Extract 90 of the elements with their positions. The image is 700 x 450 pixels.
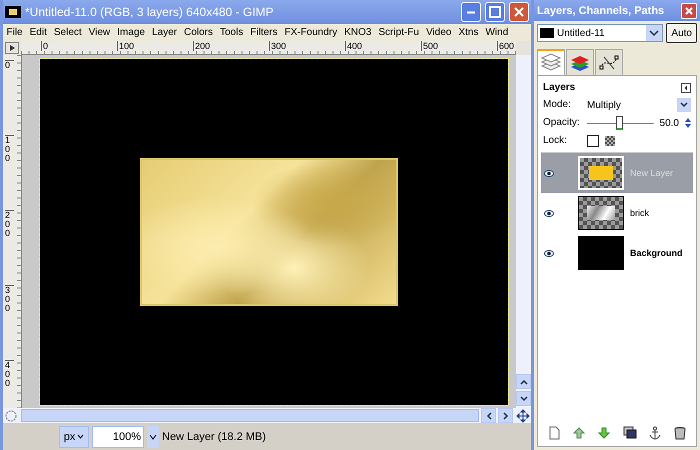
trash-icon[interactable] xyxy=(673,426,688,440)
ruler-label: 200 xyxy=(193,41,210,51)
left-chevron-icon xyxy=(486,412,492,420)
menu-item[interactable]: Edit xyxy=(26,27,50,38)
menu-item[interactable]: FX-Foundry xyxy=(280,27,341,38)
duplicate-icon[interactable] xyxy=(622,426,637,440)
ruler-label: 0 xyxy=(41,41,48,51)
ruler-label: 100 xyxy=(5,135,14,163)
caret-icon xyxy=(77,434,84,439)
mode-label: Mode: xyxy=(543,98,572,112)
up-arrow-icon[interactable] xyxy=(572,426,586,440)
layer-thumbnail xyxy=(578,196,624,230)
new-page-icon[interactable] xyxy=(546,426,561,440)
caret-icon xyxy=(646,25,662,41)
up-chevron-icon xyxy=(520,378,528,384)
layer-name: Background xyxy=(630,248,683,258)
panel-menu-icon[interactable] xyxy=(681,82,691,92)
layer-thumbnail xyxy=(578,236,624,270)
window-title: *Untitled-11.0 (RGB, 3 layers) 640x480 - GIMP xyxy=(25,5,275,19)
layer-row[interactable]: brick xyxy=(541,193,693,233)
zoom-dropdown-icon[interactable] xyxy=(147,426,159,448)
menu-item[interactable]: Xtns xyxy=(454,27,482,38)
scroll-up-button[interactable] xyxy=(516,374,531,389)
layer-name: brick xyxy=(630,208,650,218)
menu-item[interactable]: Tools xyxy=(216,27,247,38)
spin-arrows-icon[interactable] xyxy=(685,117,691,129)
ruler-label: 600 xyxy=(497,41,514,51)
auto-button[interactable]: Auto xyxy=(666,23,697,43)
close-icon xyxy=(684,6,694,16)
unit-dropdown[interactable]: px xyxy=(59,426,89,448)
vertical-scrollbar[interactable] xyxy=(516,55,531,408)
maximize-button[interactable] xyxy=(485,2,505,22)
eye-icon[interactable] xyxy=(544,210,554,216)
image-dropdown[interactable]: Untitled-11 xyxy=(537,24,664,42)
ruler-label: 0 xyxy=(5,60,14,70)
maximize-icon xyxy=(489,6,501,18)
dock-tab[interactable] xyxy=(595,49,623,75)
mode-dropdown[interactable]: Multiply xyxy=(587,98,691,112)
scroll-left-button[interactable] xyxy=(481,408,496,423)
layer-row[interactable]: Background xyxy=(541,233,693,273)
caret-icon xyxy=(677,98,691,112)
layer-name: New Layer xyxy=(630,168,674,178)
close-button[interactable] xyxy=(509,2,529,22)
menu-item[interactable]: KNO3 xyxy=(340,27,375,38)
lock-label: Lock: xyxy=(543,134,568,148)
menu-item[interactable]: Layer xyxy=(148,27,180,38)
menu-item[interactable]: Script-Fu xyxy=(375,27,423,38)
scroll-right-button[interactable] xyxy=(498,408,513,423)
menu-item[interactable]: Select xyxy=(50,27,86,38)
menu-item[interactable]: Video xyxy=(422,27,455,38)
navigate-icon[interactable] xyxy=(515,408,531,422)
minimize-icon xyxy=(467,10,475,14)
down-arrow-icon[interactable] xyxy=(597,426,612,440)
lock-checkbox[interactable] xyxy=(587,135,599,147)
ruler-label: 500 xyxy=(421,41,438,51)
eye-icon[interactable] xyxy=(544,250,554,256)
menu-item[interactable]: View xyxy=(85,27,114,38)
paths-icon xyxy=(598,52,620,72)
layers-icon xyxy=(540,53,562,73)
anchor-icon[interactable] xyxy=(648,426,662,440)
checkerboard-icon xyxy=(605,136,615,146)
zoom-field[interactable]: 100% xyxy=(92,426,144,448)
dock-title: Layers, Channels, Paths xyxy=(537,4,664,16)
ruler-label: 300 xyxy=(269,41,286,51)
ruler-label: 100 xyxy=(117,41,134,51)
status-message: New Layer (18.2 MB) xyxy=(162,430,266,442)
eye-icon[interactable] xyxy=(544,170,554,176)
slider-handle[interactable] xyxy=(616,116,624,130)
ruler-label: 300 xyxy=(5,285,14,313)
minimize-button[interactable] xyxy=(461,2,481,22)
ruler-label: 400 xyxy=(5,360,14,388)
panel-title: Layers xyxy=(543,82,576,93)
menu-item[interactable]: Wind xyxy=(482,27,512,38)
close-button[interactable] xyxy=(681,2,697,18)
opacity-label: Opacity: xyxy=(543,116,581,130)
menu-item[interactable]: Image xyxy=(114,27,148,38)
menu-item[interactable]: Colors xyxy=(180,27,216,38)
close-icon xyxy=(513,6,525,18)
right-chevron-icon xyxy=(502,412,508,420)
ruler-label: 400 xyxy=(345,41,362,51)
menu-item[interactable]: File xyxy=(3,27,26,38)
horizontal-scrollbar[interactable] xyxy=(21,409,479,422)
menu-item[interactable]: Filters xyxy=(246,27,281,38)
down-chevron-icon xyxy=(520,396,528,402)
scroll-down-button[interactable] xyxy=(516,391,531,406)
ruler-label: 200 xyxy=(5,210,14,238)
quick-mask-icon[interactable] xyxy=(3,408,19,422)
app-icon xyxy=(5,6,21,18)
opacity-value: 50.0 xyxy=(660,118,679,128)
layer-thumbnail xyxy=(578,156,624,190)
